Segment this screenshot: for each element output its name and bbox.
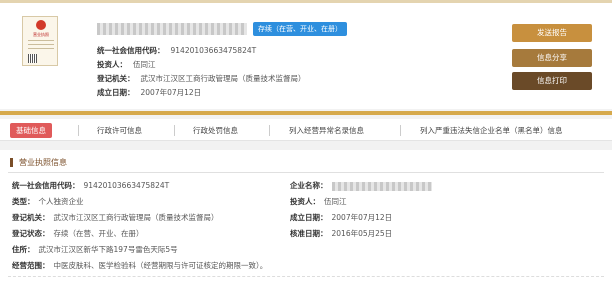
field-type: 类型： 个人独资企业	[12, 196, 84, 207]
investor-row: 投资人： 伍同江	[97, 59, 156, 70]
dashed-divider	[8, 276, 604, 277]
investor-value: 伍同江	[133, 60, 156, 69]
tab-separator	[400, 125, 401, 136]
founded-label: 成立日期：	[97, 88, 135, 97]
field-label: 企业名称：	[290, 181, 328, 190]
status-badge: 存续（在营、开业、在册）	[253, 22, 347, 36]
field-label: 登记机关：	[12, 213, 50, 222]
info-tabs: 基础信息 行政许可信息 行政处罚信息 列入经营异常名录信息 列入严重违法失信企业…	[0, 119, 612, 141]
founded-row: 成立日期： 2007年07月12日	[97, 87, 201, 98]
field-value: 个人独资企业	[38, 197, 84, 206]
field-credit-code: 统一社会信用代码： 91420103663475824T	[12, 180, 169, 191]
field-founded-date: 成立日期： 2007年07月12日	[290, 212, 392, 223]
tab-admin-penalty[interactable]: 行政处罚信息	[193, 123, 238, 138]
tab-blacklist[interactable]: 列入严重违法失信企业名单（黑名单）信息	[420, 123, 563, 138]
national-emblem-icon	[36, 20, 46, 30]
field-status: 登记状态： 存续（在营、开业、在册）	[12, 228, 144, 239]
field-label: 投资人：	[290, 197, 320, 206]
field-label: 成立日期：	[290, 213, 328, 222]
authority-label: 登记机关：	[97, 74, 135, 83]
send-report-button[interactable]: 发送报告	[512, 24, 592, 42]
field-value: 武汉市江汉区新华下路197号雷色天际5号	[38, 245, 178, 254]
field-value: 存续（在营、开业、在册）	[53, 229, 144, 238]
business-license-section: 营业执照信息 统一社会信用代码： 91420103663475824T 类型： 个人…	[0, 150, 612, 295]
business-license-thumbnail[interactable]: 营业执照	[22, 16, 58, 66]
credit-code-row: 统一社会信用代码： 91420103663475824T	[97, 45, 256, 56]
company-header: 营业执照 存续（在营、开业、在册） 统一社会信用代码： 9142010366347…	[0, 3, 612, 109]
credit-code-value: 91420103663475824T	[170, 46, 257, 55]
license-text-line	[28, 44, 54, 45]
company-name-redacted	[97, 23, 247, 35]
license-text-line	[28, 48, 54, 49]
founded-value: 2007年07月12日	[140, 88, 202, 97]
tab-basic-info[interactable]: 基础信息	[10, 123, 52, 138]
credit-code-label: 统一社会信用代码：	[97, 46, 165, 55]
field-value: 武汉市江汉区工商行政管理局（质量技术监督局）	[53, 213, 219, 222]
field-label: 统一社会信用代码：	[12, 181, 80, 190]
investor-label: 投资人：	[97, 60, 127, 69]
print-info-button[interactable]: 信息打印	[512, 72, 592, 90]
tab-separator	[174, 125, 175, 136]
field-value: 2007年07月12日	[331, 213, 393, 222]
field-company-name: 企业名称：	[290, 180, 432, 191]
field-label: 登记状态：	[12, 229, 50, 238]
field-label: 经营范围：	[12, 261, 50, 270]
authority-value: 武汉市江汉区工商行政管理局（质量技术监督局）	[140, 74, 306, 83]
authority-row: 登记机关： 武汉市江汉区工商行政管理局（质量技术监督局）	[97, 73, 306, 84]
section-divider	[8, 172, 604, 173]
company-name-redacted	[331, 181, 432, 191]
field-value: 2016年05月25日	[331, 229, 393, 238]
section-title: 营业执照信息	[10, 158, 67, 167]
tab-separator	[78, 125, 79, 136]
field-label: 核准日期：	[290, 229, 328, 238]
field-approval-date: 核准日期： 2016年05月25日	[290, 228, 392, 239]
field-investor: 投资人： 伍同江	[290, 196, 347, 207]
field-address: 住所： 武汉市江汉区新华下路197号雷色天际5号	[12, 244, 178, 255]
field-authority: 登记机关： 武汉市江汉区工商行政管理局（质量技术监督局）	[12, 212, 219, 223]
gold-divider	[0, 111, 612, 115]
tab-separator	[269, 125, 270, 136]
share-info-button[interactable]: 信息分享	[512, 49, 592, 67]
tab-admin-license[interactable]: 行政许可信息	[97, 123, 142, 138]
field-label: 住所：	[12, 245, 35, 254]
field-label: 类型：	[12, 197, 35, 206]
tab-abnormal-operations[interactable]: 列入经营异常名录信息	[289, 123, 364, 138]
qr-code-icon	[28, 54, 37, 63]
field-value: 91420103663475824T	[83, 181, 170, 190]
field-value: 中医皮肤科、医学检验科（经营期限与许可证核定的期限一致）。	[53, 261, 268, 270]
license-thumb-title: 营业执照	[33, 32, 49, 37]
field-business-scope: 经营范围： 中医皮肤科、医学检验科（经营期限与许可证核定的期限一致）。	[12, 260, 267, 271]
field-value: 伍同江	[324, 197, 347, 206]
license-text-line	[28, 40, 54, 41]
